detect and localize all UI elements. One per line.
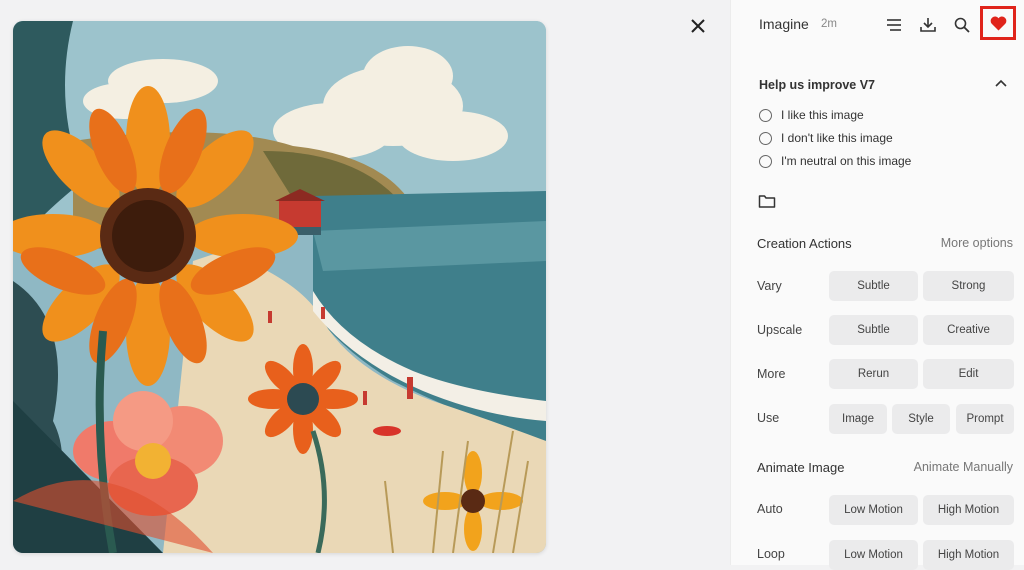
feedback-option-neutral[interactable]: I'm neutral on this image [759, 152, 911, 170]
details-panel: Imagine 2m Help us improve V7 I like thi… [730, 0, 1024, 570]
radio-button[interactable] [759, 131, 772, 145]
radio-button[interactable] [759, 154, 772, 168]
more-label: More [757, 367, 786, 381]
radio-button[interactable] [759, 108, 772, 122]
artwork-illustration [13, 21, 546, 553]
creation-actions-title: Creation Actions [757, 236, 852, 251]
feedback-option-like[interactable]: I like this image [759, 106, 864, 124]
close-button[interactable] [686, 14, 710, 38]
panel-title: Imagine [759, 16, 809, 32]
vary-subtle-button[interactable]: Subtle [829, 271, 918, 301]
close-icon [691, 19, 705, 33]
auto-label: Auto [757, 502, 783, 516]
search-button[interactable] [951, 14, 973, 36]
edit-button[interactable]: Edit [923, 359, 1014, 389]
loop-high-motion-button[interactable]: High Motion [923, 540, 1014, 570]
auto-high-motion-button[interactable]: High Motion [923, 495, 1014, 525]
feedback-option-dislike[interactable]: I don't like this image [759, 129, 893, 147]
folder-icon[interactable] [758, 193, 776, 209]
vary-label: Vary [757, 279, 782, 293]
radio-label: I'm neutral on this image [781, 154, 912, 168]
download-icon [920, 18, 936, 32]
upscale-creative-button[interactable]: Creative [923, 315, 1014, 345]
image-viewer [0, 0, 730, 565]
animate-image-title: Animate Image [757, 460, 845, 475]
animate-manually-link[interactable]: Animate Manually [914, 460, 1013, 474]
panel-header: Imagine 2m [731, 0, 1024, 50]
generated-image[interactable] [13, 21, 546, 553]
loop-label: Loop [757, 547, 785, 561]
use-style-button[interactable]: Style [892, 404, 950, 434]
use-image-button[interactable]: Image [829, 404, 887, 434]
timestamp: 2m [821, 18, 837, 30]
search-icon [954, 17, 970, 33]
auto-low-motion-button[interactable]: Low Motion [829, 495, 918, 525]
download-button[interactable] [917, 14, 939, 36]
menu-button[interactable] [883, 14, 905, 36]
upscale-label: Upscale [757, 323, 803, 337]
feedback-title: Help us improve V7 [759, 78, 876, 92]
radio-label: I don't like this image [781, 131, 893, 145]
chevron-up-icon[interactable] [993, 76, 1009, 92]
heart-icon [990, 16, 1006, 30]
use-label: Use [757, 411, 780, 425]
loop-low-motion-button[interactable]: Low Motion [829, 540, 918, 570]
vary-strong-button[interactable]: Strong [923, 271, 1014, 301]
more-options-link[interactable]: More options [941, 236, 1013, 250]
upscale-subtle-button[interactable]: Subtle [829, 315, 918, 345]
like-button[interactable] [980, 6, 1016, 40]
radio-label: I like this image [781, 108, 864, 122]
use-prompt-button[interactable]: Prompt [956, 404, 1014, 434]
rerun-button[interactable]: Rerun [829, 359, 918, 389]
menu-icon [887, 19, 901, 31]
